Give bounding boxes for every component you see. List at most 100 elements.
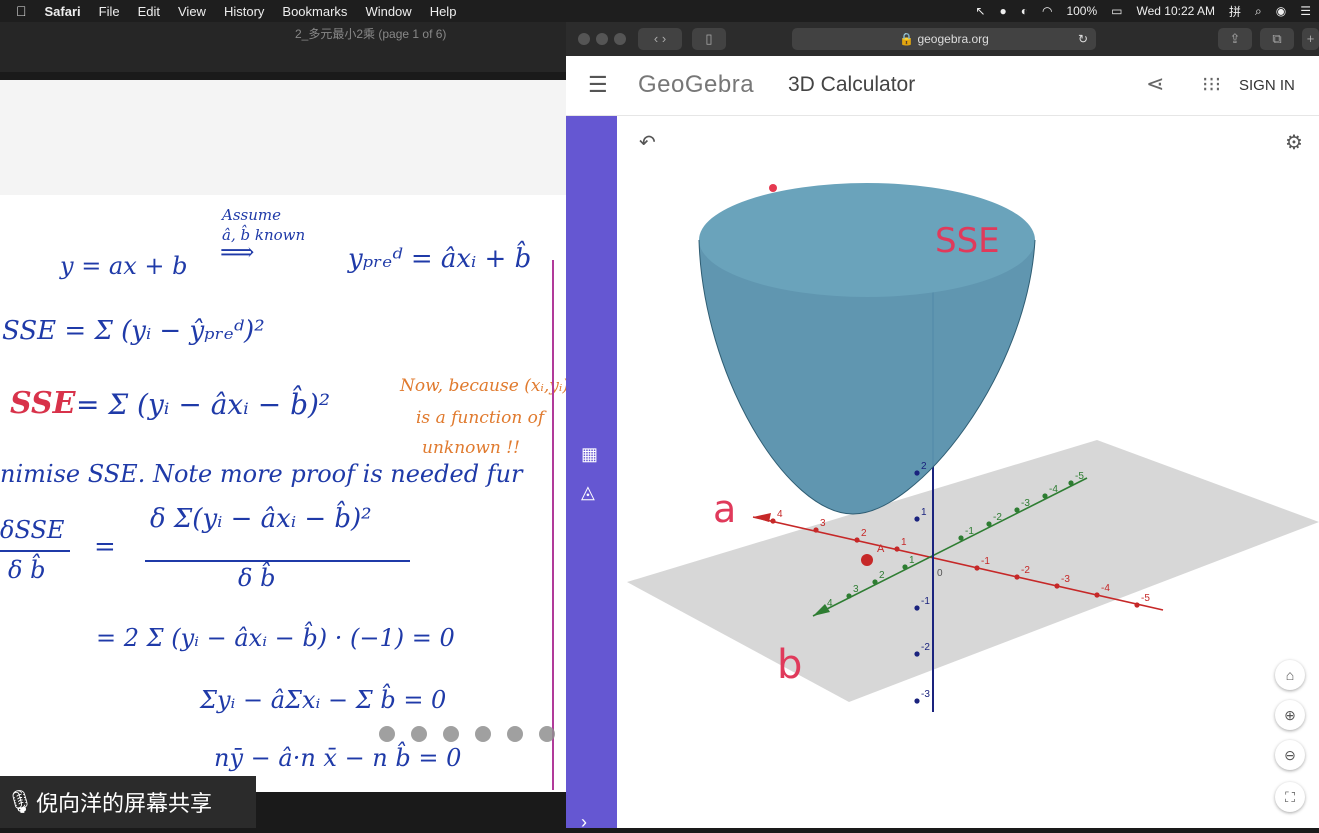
z-axis-tick-dot [914,698,920,704]
pdf-page-header-band [0,80,566,195]
zoom-out-button[interactable]: ⊖ [1275,740,1305,770]
menu-edit[interactable]: Edit [138,4,160,19]
microphone-icon[interactable]: 🎙 [6,789,36,815]
home-view-button[interactable]: ⌂ [1275,660,1305,690]
menu-history[interactable]: History [224,4,264,19]
fullscreen-button[interactable]: ⛶ [1275,782,1305,812]
siri-icon[interactable]: ◉ [1276,4,1286,18]
screen-share-text: 倪向洋的屏幕共享 [36,791,213,816]
apps-grid-icon[interactable]: ⁝⁝⁝ [1202,72,1221,97]
clock[interactable]: Wed 10:22 AM [1137,4,1216,18]
back-forward-buttons[interactable]: ‹ › [638,28,682,50]
equals-sign: = [94,532,116,562]
geogebra-logo[interactable]: GeoGebra [638,71,754,99]
z-axis-tick-dot [914,605,920,611]
note-step1: = 2 Σ (yᵢ − âxᵢ − b̂) · (−1) = 0 [96,624,455,652]
sign-in-button[interactable]: SIGN IN [1239,77,1295,94]
menubar-status-area: ↖ ● ◐ ◠ 100% ▭ Wed 10:22 AM 拼 ⌕ ◉ ☰ [975,0,1311,22]
settings-gear-icon[interactable]: ⚙ [1285,130,1303,155]
tools-icon[interactable]: ◬ [581,482,595,503]
b-axis-tick-dot [902,564,908,570]
a-axis-tick-label: 2 [861,528,867,539]
note-step2: Σyᵢ − âΣxᵢ − Σ b̂ = 0 [200,686,447,714]
vpn-icon[interactable]: ◐ [1021,4,1028,18]
b-axis-tick-label: 1 [909,555,915,566]
note-aside-3: unknown !! [422,438,520,458]
graphics-3d-view[interactable]: 4 3 2 1 -1 -2 -3 -4 -5 4 3 2 1 -1 -2 -3 -4 -5 1 2 -1 -2 -3 A 0… [617,116,1319,828]
menu-help[interactable]: Help [430,4,457,19]
point-a-marker[interactable] [861,554,873,566]
pdf-page[interactable]: Assume â, b̂ known y = ax + b ⟹ yₚᵣₑᵈ = … [0,80,566,792]
z-axis-tick-label: -1 [921,596,930,607]
window-zoom-button[interactable] [614,33,626,45]
tab-overview-icon[interactable]: ⧉ [1260,28,1294,50]
page-dot[interactable] [443,726,459,742]
page-dot[interactable] [411,726,427,742]
b-axis-tick-dot [1042,493,1048,499]
page-dot[interactable] [507,726,523,742]
z-axis-tick-label: -3 [921,689,930,700]
input-method-icon[interactable]: 拼 [1229,3,1241,20]
a-axis-tick-label: -2 [1021,565,1030,576]
note-assume: Assume [222,206,281,224]
z-axis-tick-dot [914,651,920,657]
zoom-in-button[interactable]: ⊕ [1275,700,1305,730]
mac-menubar:  Safari File Edit View History Bookmark… [0,0,1319,22]
menu-view[interactable]: View [178,4,206,19]
menu-file[interactable]: File [99,4,120,19]
a-axis-tick-dot [813,527,819,533]
menu-bookmarks[interactable]: Bookmarks [282,4,347,19]
window-minimize-button[interactable] [596,33,608,45]
notification-bell-icon[interactable]: ● [999,4,1006,18]
forward-icon[interactable]: › [662,31,666,46]
cursor-icon[interactable]: ↖ [975,4,985,18]
wifi-icon[interactable]: ◠ [1042,4,1052,18]
rim-point-marker[interactable] [769,184,777,192]
screen-share-banner: 🎙 倪向洋的屏幕共享 [0,776,256,828]
a-axis-tick-dot [854,537,860,543]
a-axis-tick-label: -4 [1101,583,1110,594]
undo-icon[interactable]: ↶ [639,130,656,155]
window-close-button[interactable] [578,33,590,45]
reload-icon[interactable]: ↻ [1078,28,1088,50]
b-axis-tick-dot [846,593,852,599]
new-tab-icon[interactable]: + [1302,28,1319,50]
menu-window[interactable]: Window [365,4,411,19]
battery-percent[interactable]: 100% [1066,4,1097,18]
z-axis-tick-dot [914,516,920,522]
b-axis-tick-dot [958,535,964,541]
page-dot[interactable] [475,726,491,742]
a-axis-tick-label: 4 [777,509,783,520]
sidebar-toggle-icon[interactable]: ▯ [692,28,726,50]
address-bar[interactable]: 🔒 geogebra.org ↻ [792,28,1096,50]
note-deriv-lhs-num: δSSE [0,516,65,544]
calculator-icon[interactable]: ▦ [581,444,598,465]
a-axis-tick-dot [1054,583,1060,589]
page-dot[interactable] [379,726,395,742]
apple-menu-icon[interactable]:  [16,3,27,19]
menu-app-name[interactable]: Safari [45,4,81,19]
deriv-lhs-fraction-bar [0,550,70,552]
b-axis-tick-label: 2 [879,570,885,581]
lock-icon: 🔒 [899,32,915,46]
note-sse-def: SSE = Σ (yᵢ − ŷₚᵣₑᵈ)² [2,316,265,346]
spotlight-search-icon[interactable]: ⌕ [1255,4,1262,19]
back-icon[interactable]: ‹ [654,31,658,46]
share-icon[interactable]: ⋖ [1146,71,1164,97]
note-sse-expanded: = Σ (yᵢ − âxᵢ − b̂)² [76,388,331,421]
share-sheet-icon[interactable]: ⇪ [1218,28,1252,50]
page-dot[interactable] [539,726,555,742]
address-bar-url: geogebra.org [917,32,989,46]
graphics-3d-canvas[interactable]: 4 3 2 1 -1 -2 -3 -4 -5 4 3 2 1 -1 -2 -3 -4 -5 1 2 -1 -2 -3 A 0… [617,116,1319,828]
control-center-icon[interactable]: ☰ [1300,4,1311,18]
note-deriv-rhs-den: δ b̂ [238,564,276,592]
expand-panel-icon[interactable]: › [581,812,587,833]
annotation-sse: SSE [935,221,1000,261]
z-axis-tick-label: 2 [921,461,927,472]
battery-icon[interactable]: ▭ [1111,4,1122,18]
hamburger-menu-icon[interactable]: ☰ [588,72,608,98]
z-axis-tick-label: 1 [921,507,927,518]
safari-window: ‹ › ▯ 🔒 geogebra.org ↻ ⇪ ⧉ + ☰ GeoGebra … [566,22,1319,832]
a-axis-tick-dot [974,565,980,571]
a-axis-tick-dot [1134,602,1140,608]
